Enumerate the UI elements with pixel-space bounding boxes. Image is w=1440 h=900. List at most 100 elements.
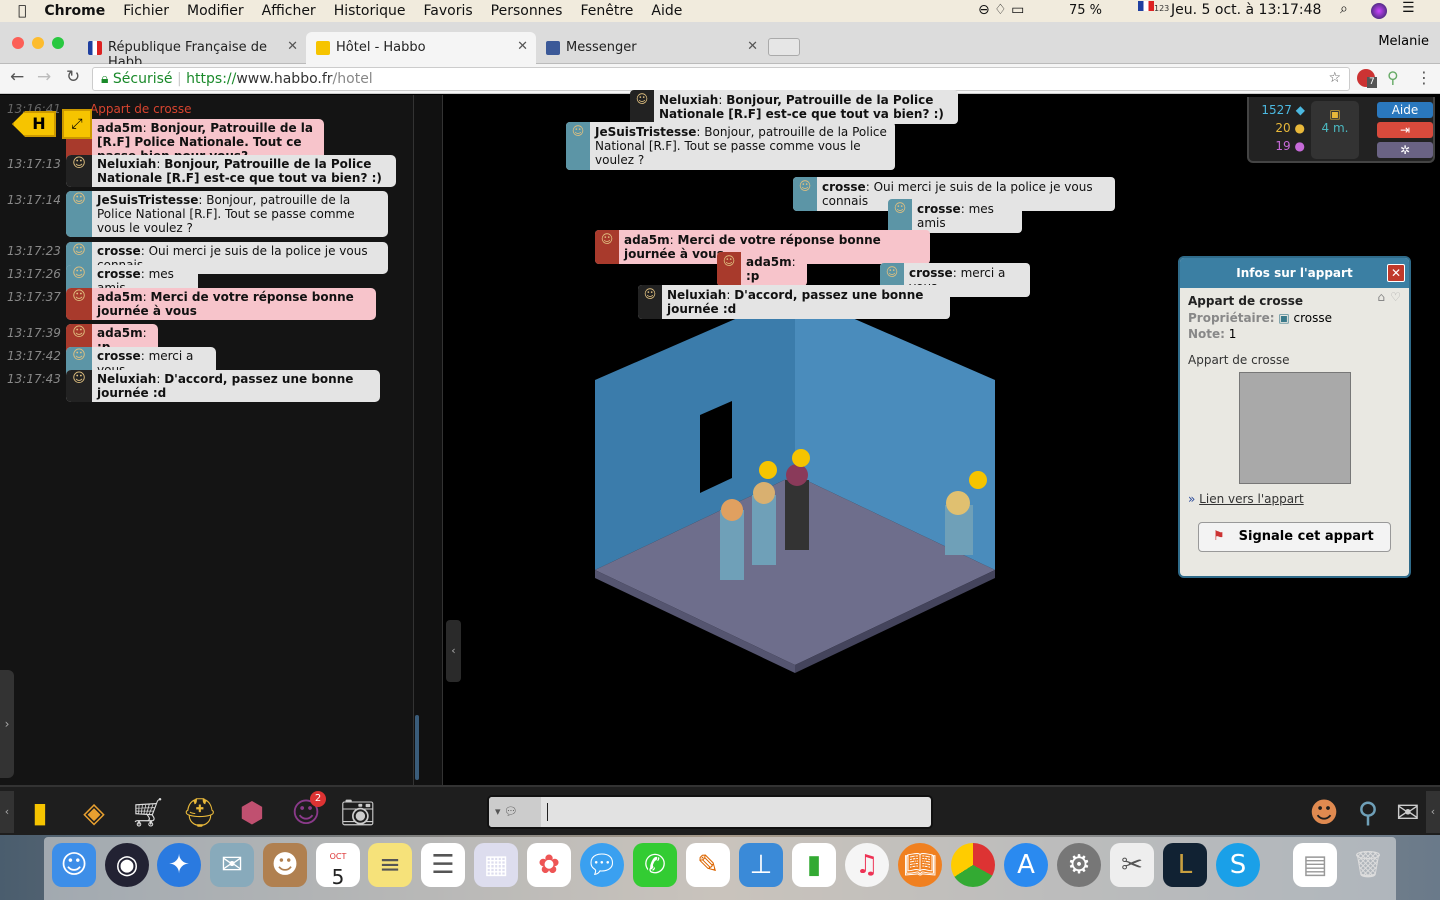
keyboard-flag-icon[interactable]: 123 (1138, 1, 1169, 13)
photos-icon[interactable]: ✿ (527, 843, 571, 887)
tab-habbo[interactable]: Hôtel - Habbo ✕ (306, 32, 536, 64)
room-view[interactable] (560, 285, 1020, 685)
builders-club-icon[interactable]: ⛑︎ (182, 795, 218, 831)
ibooks-icon[interactable]: 📖︎ (898, 843, 942, 887)
back-icon[interactable]: ← (10, 67, 24, 87)
chrome-menu-icon[interactable]: ⋮ (1416, 68, 1432, 87)
menu-app[interactable]: Chrome (44, 3, 105, 19)
facetime-icon[interactable]: ✆ (633, 843, 677, 887)
status-icons[interactable]: ⊖ ♢ ▭ (978, 2, 1024, 18)
app-store-icon[interactable]: A (1004, 843, 1048, 887)
screenshot-icon[interactable]: ✂ (1110, 843, 1154, 887)
chat-username[interactable]: ada5m (746, 255, 792, 269)
finder-icon[interactable]: ☺ (52, 843, 96, 887)
door[interactable] (700, 401, 732, 493)
chat-scrollbar[interactable] (415, 715, 419, 780)
chat-username[interactable]: crosse (917, 202, 961, 216)
settings-button[interactable]: ✲ (1377, 142, 1433, 158)
extension-icon[interactable]: ⚲ (1387, 68, 1399, 87)
document-stack-icon[interactable]: ▤ (1293, 843, 1337, 887)
chat-username[interactable]: JeSuisTristesse (97, 193, 198, 207)
menu-favoris[interactable]: Favoris (424, 3, 473, 19)
user-avatar-icon[interactable]: ☺ (566, 122, 590, 170)
chat-bubble[interactable]: ☺ ada5m: Merci de votre réponse bonne jou… (66, 288, 376, 320)
chat-username[interactable]: Neluxiah (97, 372, 156, 386)
chrome-icon[interactable] (951, 843, 995, 887)
avatar-ada5m[interactable] (720, 499, 744, 580)
menu-personnes[interactable]: Personnes (491, 3, 563, 19)
chat-username[interactable]: crosse (97, 244, 141, 258)
chat-bubble[interactable]: ☺ Neluxiah: Bonjour, Patrouille de la Pol… (66, 155, 396, 187)
chat-style-selector[interactable]: ▾ 💬︎ (489, 797, 541, 827)
new-tab-button[interactable] (768, 38, 800, 56)
friend-bar-toggle[interactable]: ‹ (1426, 791, 1440, 833)
camera-icon[interactable]: 📷︎ (340, 795, 376, 831)
room-link[interactable]: Lien vers l'appart (1199, 492, 1304, 506)
chat-bubble[interactable]: ☺ Neluxiah: D'accord, passez une bonne jo… (66, 370, 380, 402)
help-button[interactable]: Aide (1377, 102, 1433, 118)
keynote-icon[interactable]: ⊥ (739, 843, 783, 887)
zoom-window-button[interactable] (52, 37, 64, 49)
numbers-icon[interactable]: ▮ (792, 843, 836, 887)
expand-left-panel-button[interactable]: › (0, 670, 14, 778)
owner-name[interactable]: crosse (1294, 311, 1333, 325)
system-preferences-icon[interactable]: ⚙ (1057, 843, 1101, 887)
calendar-icon[interactable]: OCT 5 (316, 843, 360, 887)
user-avatar-icon[interactable]: ☺ (630, 90, 654, 124)
catalog-shop-icon[interactable]: 🛒︎ (130, 795, 166, 831)
chat-username[interactable]: Neluxiah (659, 93, 718, 107)
room-chat-bubble[interactable]: ☺ JeSuisTristesse: Bonjour, patrouille de… (566, 122, 895, 170)
minimize-window-button[interactable] (32, 37, 44, 49)
menu-fichier[interactable]: Fichier (123, 3, 169, 19)
menu-afficher[interactable]: Afficher (262, 3, 316, 19)
messages-icon[interactable]: 💬︎ (580, 843, 624, 887)
hotel-view-icon[interactable]: ▮ (22, 795, 58, 831)
chat-username[interactable]: Neluxiah (97, 157, 156, 171)
reminders-icon[interactable]: ☰ (421, 843, 465, 887)
chat-username[interactable]: JeSuisTristesse (595, 125, 696, 139)
tab-republique[interactable]: République Française de Habb ✕ (78, 32, 306, 70)
user-avatar-icon[interactable]: ☺ (66, 155, 92, 187)
chat-input[interactable]: ▾ 💬︎ (487, 795, 933, 829)
mail-icon[interactable]: ✉ (210, 843, 254, 887)
bookmark-star-icon[interactable]: ☆ (1328, 70, 1341, 86)
room-chat-bubble[interactable]: ☺ crosse: mes amis (888, 199, 1022, 233)
favorite-heart-icon[interactable]: ♡ (1390, 290, 1401, 304)
user-avatar-icon[interactable]: ☺ (66, 191, 92, 237)
chat-username[interactable]: Neluxiah (667, 288, 726, 302)
user-avatar-icon[interactable]: ☺ (888, 199, 912, 233)
toolbar-collapse-button[interactable]: ‹ (0, 791, 14, 833)
user-avatar-icon[interactable]: ☺ (793, 177, 817, 211)
menu-fenetre[interactable]: Fenêtre (580, 3, 633, 19)
menu-aide[interactable]: Aide (651, 3, 682, 19)
safari-icon[interactable]: ✦ (157, 843, 201, 887)
inventory-icon[interactable]: ⬢ (234, 795, 270, 831)
apple-icon[interactable]:  (18, 3, 26, 19)
chat-username[interactable]: crosse (97, 267, 141, 281)
collapse-chat-button[interactable]: ‹ (446, 620, 461, 682)
credits-count[interactable]: 20 ● (1259, 121, 1305, 135)
report-room-button[interactable]: ⚑ Signale cet appart (1198, 522, 1391, 552)
chat-username[interactable]: ada5m (97, 121, 143, 135)
photo-booth-icon[interactable]: ▦ (474, 843, 518, 887)
chat-bubble[interactable]: ☺ JeSuisTristesse: Bonjour, patrouille de… (66, 191, 388, 237)
diamonds-count[interactable]: 1527 ◆ (1259, 103, 1305, 117)
notes-icon[interactable]: ≡ (368, 843, 412, 887)
chat-username[interactable]: ada5m (97, 326, 143, 340)
url-input[interactable]: 🔒︎ Sécurisé | https://www.habbo.fr/hotel… (92, 67, 1350, 91)
chat-username[interactable]: crosse (909, 266, 953, 280)
adblock-icon[interactable]: 7 (1357, 69, 1377, 88)
home-icon[interactable]: ⌂ (1377, 290, 1385, 304)
chat-username[interactable]: ada5m (97, 290, 143, 304)
battery-percent[interactable]: 75 % (1069, 3, 1102, 18)
close-tab-icon[interactable]: ✕ (287, 39, 298, 54)
siri-icon[interactable]: ◉ (105, 843, 149, 887)
skype-icon[interactable]: S (1216, 843, 1260, 887)
pages-icon[interactable]: ✎ (686, 843, 730, 887)
forward-icon[interactable]: → (37, 67, 51, 87)
search-friends-icon[interactable]: ⚲ (1350, 795, 1386, 831)
chat-username[interactable]: crosse (97, 349, 141, 363)
tab-messenger[interactable]: Messenger ✕ (536, 32, 766, 64)
itunes-icon[interactable]: ♫ (845, 843, 889, 887)
friends-icon[interactable]: ☻ (1306, 795, 1342, 831)
